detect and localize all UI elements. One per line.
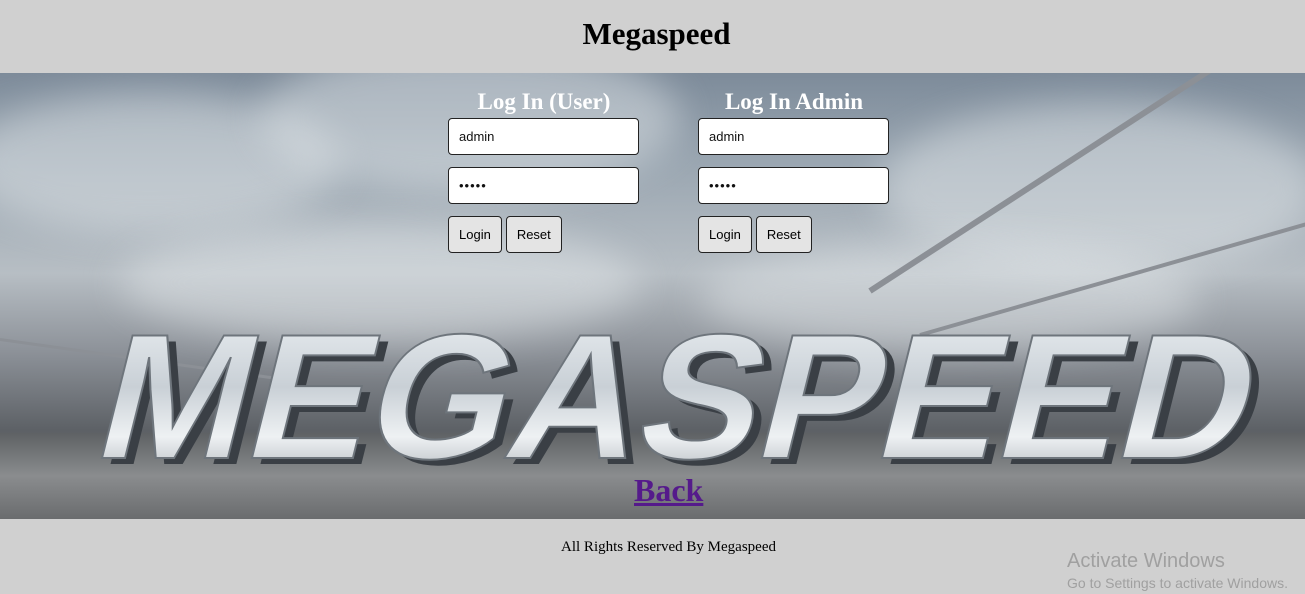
windows-activation-watermark: Activate Windows Go to Settings to activ…: [1067, 550, 1288, 594]
user-username-input[interactable]: [448, 118, 639, 155]
user-login-form: Log In (User) Login Reset: [444, 88, 644, 253]
megaspeed-logo-image: MEGASPEED MEGASPEED: [79, 296, 1288, 502]
page-header: Megaspeed: [0, 0, 1305, 73]
admin-login-heading: Log In Admin: [724, 89, 864, 114]
admin-button-row: Login Reset: [698, 216, 894, 253]
page-footer: All Rights Reserved By Megaspeed Activat…: [0, 519, 1305, 591]
admin-login-form: Log In Admin Login Reset: [694, 88, 894, 253]
user-button-row: Login Reset: [448, 216, 644, 253]
admin-reset-button[interactable]: Reset: [755, 216, 812, 253]
watermark-line-2: Go to Settings to activate Windows.: [1067, 575, 1288, 591]
admin-password-input[interactable]: [698, 167, 889, 204]
admin-username-input[interactable]: [698, 118, 889, 155]
hero-banner: MEGASPEED MEGASPEED Log In (User) Login …: [0, 73, 1305, 519]
user-login-heading: Log In (User): [477, 89, 611, 114]
svg-text:MEGASPEED: MEGASPEED: [80, 297, 1280, 496]
user-login-button[interactable]: Login: [448, 216, 502, 253]
back-link[interactable]: Back: [634, 472, 703, 509]
user-reset-button[interactable]: Reset: [505, 216, 562, 253]
site-title: Megaspeed: [582, 15, 731, 51]
user-password-input[interactable]: [448, 167, 639, 204]
admin-login-button[interactable]: Login: [698, 216, 752, 253]
watermark-line-1: Activate Windows: [1067, 550, 1225, 572]
